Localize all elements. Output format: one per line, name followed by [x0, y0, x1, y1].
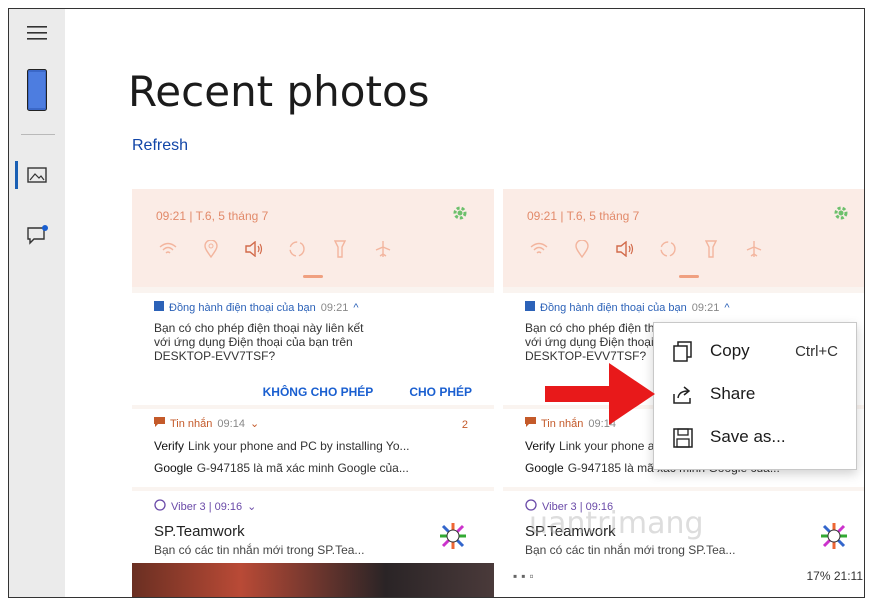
settings-gear-icon	[452, 205, 468, 226]
photo-strip	[132, 563, 494, 597]
qs-icons-row	[527, 237, 766, 261]
teamwork-logo-icon	[438, 521, 468, 551]
qs-handle	[303, 275, 323, 278]
message-app-icon	[525, 417, 536, 430]
viber-title: SP.Teamwork	[154, 523, 245, 540]
notif-body: Bạn có cho phép điện thoại này liên kết …	[154, 321, 454, 363]
notif-line: Bạn có cho phép điện thoại này liên kết	[154, 321, 364, 335]
messages-icon[interactable]	[9, 215, 65, 255]
wifi-icon	[156, 237, 180, 261]
notif-count: 2	[461, 419, 468, 431]
qs-time: 09:21 | T.6, 5 tháng 7	[156, 209, 269, 223]
menu-copy[interactable]: Copy Ctrl+C	[654, 331, 856, 371]
save-icon	[672, 427, 694, 449]
chevron-down-icon: ⌄	[249, 418, 260, 430]
flashlight-icon	[328, 237, 352, 261]
notif-app-name: Viber 3 | 09:16	[171, 500, 243, 513]
notif-app-name: Đồng hành điện thoại của bạn	[540, 301, 687, 314]
notif-header: Tin nhắn 09:14 ⌄	[154, 417, 259, 430]
rotate-icon	[656, 237, 680, 261]
app-window: Recent photos Refresh 09:21 | T.6, 5 thá…	[8, 8, 865, 598]
notif-time: 09:21	[320, 301, 349, 314]
location-icon	[570, 237, 594, 261]
sound-icon	[613, 237, 637, 261]
page-title: Recent photos	[128, 67, 430, 116]
notification-link-request: Đồng hành điện thoại của bạn 09:21 ^ Bạn…	[132, 293, 494, 405]
your-phone-app-icon	[525, 301, 535, 314]
chevron-up-icon: ^	[353, 301, 359, 314]
quick-settings-panel: 09:21 | T.6, 5 tháng 7	[503, 189, 864, 287]
viber-icon	[154, 499, 166, 514]
airplane-icon	[371, 237, 395, 261]
hamburger-menu-icon[interactable]	[9, 13, 65, 53]
notif-line: với ứng dụng Điện thoại của bạn trên	[154, 335, 353, 349]
notif-header: Đồng hành điện thoại của bạn 09:21 ^	[154, 301, 359, 314]
main-content: Recent photos Refresh 09:21 | T.6, 5 thá…	[65, 9, 864, 597]
status-icons-left: ▪▪▫	[513, 569, 538, 583]
deny-action: KHÔNG CHO PHÉP	[262, 385, 374, 399]
notif-app-name: Đồng hành điện thoại của bạn	[169, 301, 316, 314]
rotate-icon	[285, 237, 309, 261]
notif-time: 09:14	[217, 417, 245, 430]
menu-item-label: Save as...	[710, 427, 786, 446]
notif-actions: KHÔNG CHO PHÉP CHO PHÉP	[263, 385, 472, 399]
airplane-icon	[742, 237, 766, 261]
notification-messages: Tin nhắn 09:14 ⌄ 2 Verify Link your phone…	[132, 409, 494, 487]
watermark: uantrimang	[529, 506, 704, 541]
quick-settings-panel: 09:21 | T.6, 5 tháng 7	[132, 189, 494, 287]
settings-gear-icon	[833, 205, 849, 226]
allow-action: CHO PHÉP	[409, 385, 472, 399]
sound-icon	[242, 237, 266, 261]
msg-line-1: VerifyLink your phone and PC by installi…	[154, 439, 410, 453]
menu-item-label: Share	[710, 384, 756, 403]
viber-subtitle: Bạn có các tin nhắn mới trong SP.Tea...	[525, 543, 736, 557]
status-battery-time: 17% 21:11	[806, 569, 864, 583]
photos-icon[interactable]	[9, 155, 65, 195]
copy-icon	[672, 341, 694, 363]
viber-subtitle: Bạn có các tin nhắn mới trong SP.Tea...	[154, 543, 365, 557]
qs-icons-row	[156, 237, 395, 261]
your-phone-app-icon	[154, 301, 164, 314]
notif-header: Đồng hành điện thoại của bạn 09:21 ^	[525, 301, 730, 314]
menu-shortcut: Ctrl+C	[795, 342, 838, 360]
menu-save-as[interactable]: Save as...	[654, 417, 856, 457]
message-app-icon	[154, 417, 165, 430]
notification-viber: Viber 3 | 09:16 ⌄ SP.Teamwork Bạn có các…	[132, 491, 494, 597]
msg-line-2: GoogleG-947185 là mã xác minh Google của…	[154, 461, 409, 475]
red-arrow-annotation	[545, 363, 655, 425]
share-icon	[672, 384, 694, 406]
chevron-down-icon: ⌄	[247, 501, 257, 513]
notif-line: DESKTOP-EVV7TSF?	[154, 349, 276, 363]
notif-header: Viber 3 | 09:16 ⌄	[154, 499, 256, 514]
teamwork-logo-icon	[819, 521, 849, 551]
menu-item-label: Copy	[710, 341, 750, 360]
refresh-link[interactable]: Refresh	[132, 137, 188, 155]
phone-status-bar: ▪▪▫ 17% 21:11	[503, 565, 864, 587]
sidebar-divider	[21, 134, 55, 135]
nav-sidebar	[9, 9, 65, 597]
qs-time: 09:21 | T.6, 5 tháng 7	[527, 209, 640, 223]
qs-handle	[679, 275, 699, 278]
menu-share[interactable]: Share	[654, 374, 856, 414]
photo-thumbnail-1[interactable]: 09:21 | T.6, 5 tháng 7 Đồng hành điện th…	[132, 189, 494, 597]
location-icon	[199, 237, 223, 261]
notif-time: 09:21	[691, 301, 720, 314]
chevron-up-icon: ^	[724, 301, 730, 314]
phone-device-icon[interactable]	[9, 65, 65, 115]
notif-app-name: Tin nhắn	[170, 417, 213, 430]
context-menu: Copy Ctrl+C Share Save as...	[653, 322, 857, 470]
wifi-icon	[527, 237, 551, 261]
flashlight-icon	[699, 237, 723, 261]
